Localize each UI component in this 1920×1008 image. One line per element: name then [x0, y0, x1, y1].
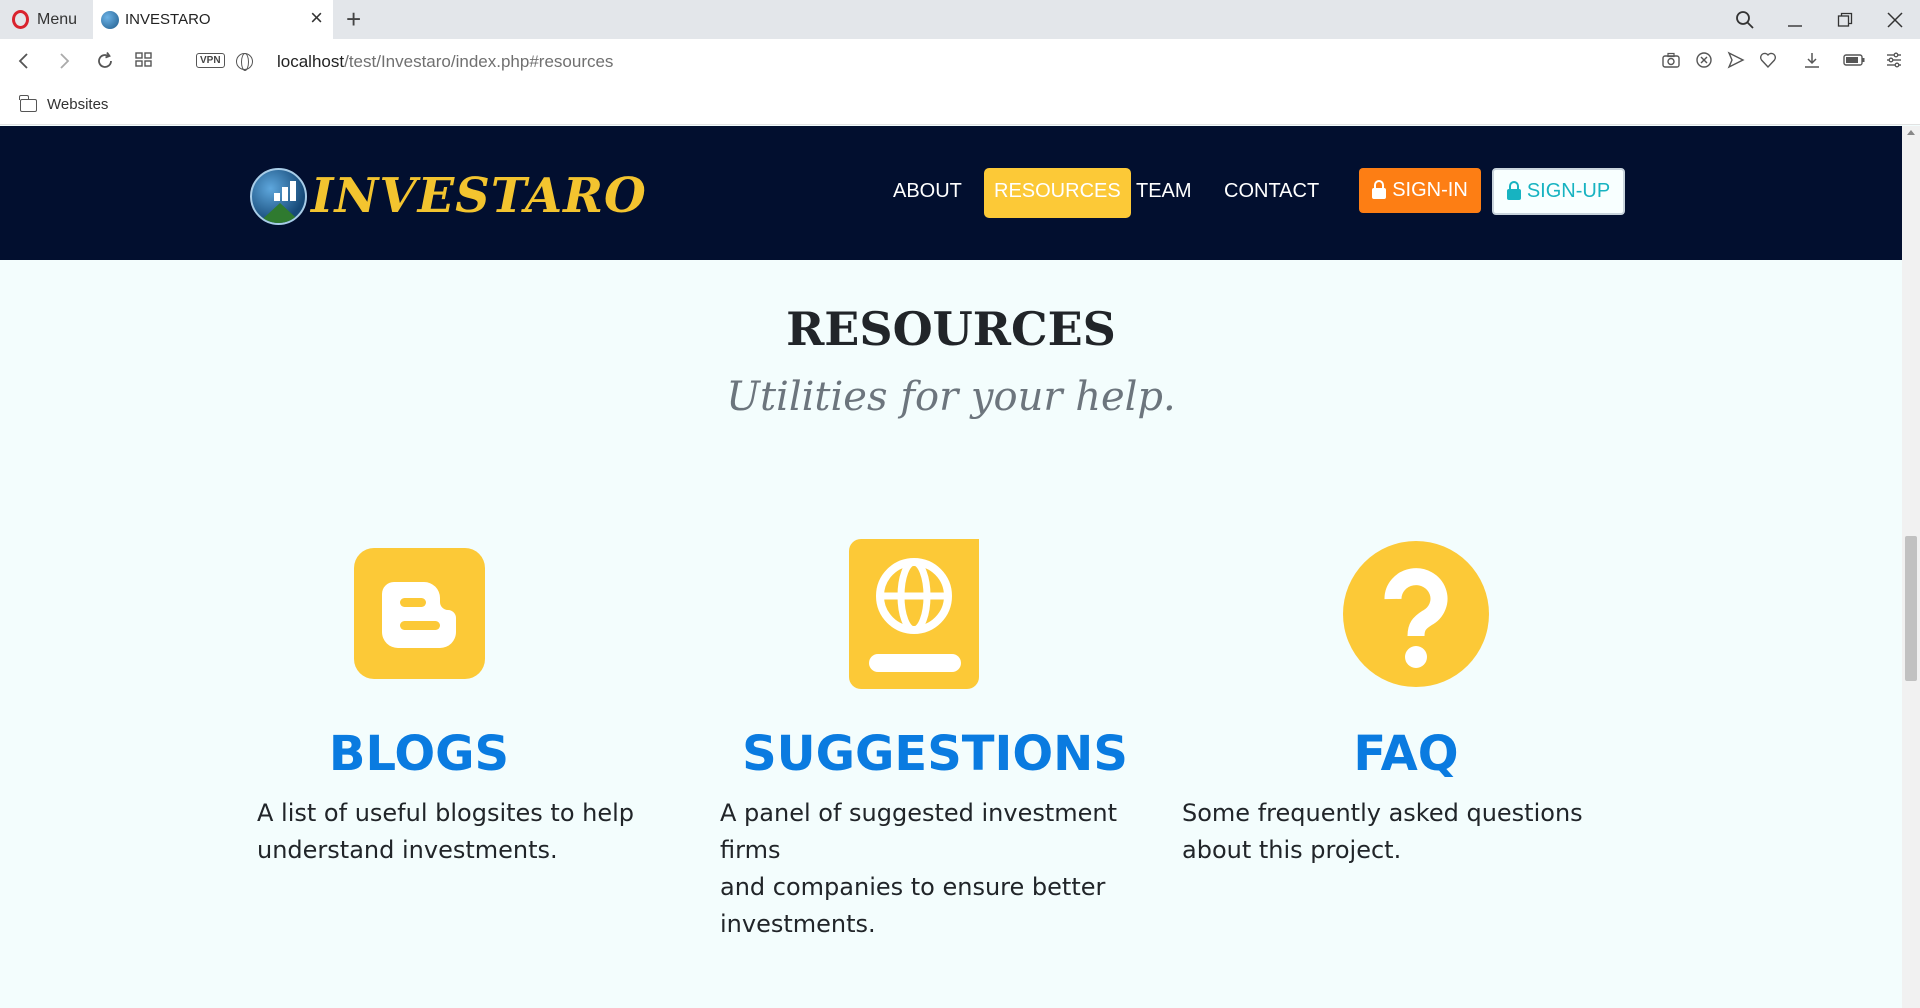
tab-close-icon[interactable]: ×: [310, 7, 323, 29]
battery-icon[interactable]: [1843, 51, 1865, 74]
tab-title: INVESTARO: [125, 11, 211, 28]
easy-setup-icon[interactable]: [1885, 51, 1903, 74]
lock-icon: [1372, 179, 1387, 199]
search-icon[interactable]: [1720, 0, 1770, 39]
browser-tab[interactable]: INVESTARO ×: [93, 0, 333, 39]
browser-menu-button[interactable]: Menu: [0, 0, 92, 39]
faq-description: Some frequently asked questions about th…: [1182, 795, 1622, 869]
page-viewport: INVESTARO ABOUT RESOURCES TEAM CONTACT S…: [0, 126, 1902, 1008]
suggestions-description: A panel of suggested investment firms an…: [720, 795, 1180, 943]
site-logo[interactable]: INVESTARO: [250, 166, 647, 226]
bookmarks-bar: Websites: [0, 86, 1920, 125]
suggestions-desc-line: and companies to ensure better: [720, 873, 1106, 901]
url-field[interactable]: localhost/test/Investaro/index.php#resou…: [277, 52, 613, 72]
adblock-icon[interactable]: [1695, 51, 1713, 74]
logo-emblem-icon: [250, 167, 307, 225]
minimize-icon[interactable]: [1770, 0, 1820, 39]
new-tab-icon[interactable]: +: [346, 5, 361, 33]
nav-contact[interactable]: CONTACT: [1224, 180, 1319, 203]
question-circle-icon: [1343, 541, 1489, 692]
site-info-icon[interactable]: [236, 53, 253, 71]
section-title: RESOURCES: [786, 302, 1116, 356]
download-icon[interactable]: [1803, 51, 1821, 74]
vpn-badge[interactable]: VPN: [196, 53, 225, 68]
globe-book-icon: [849, 539, 981, 694]
sign-up-button[interactable]: SIGN-UP: [1492, 168, 1625, 215]
suggestions-desc-line: A panel of suggested investment firms: [720, 799, 1118, 864]
blogs-description: A list of useful blogsites to help under…: [257, 795, 677, 869]
url-path: /test/Investaro/index.php#resources: [344, 52, 614, 71]
page-scrollbar[interactable]: [1902, 126, 1920, 1008]
suggestions-desc-line: investments.: [720, 910, 876, 938]
speed-dial-icon[interactable]: [135, 51, 153, 74]
scroll-up-arrow-icon[interactable]: [1907, 130, 1915, 135]
section-subtitle: Utilities for your help.: [726, 374, 1176, 420]
logo-text: INVESTARO: [311, 168, 647, 224]
favicon-icon: [101, 10, 119, 29]
lock-icon: [1506, 180, 1521, 200]
forward-icon[interactable]: [56, 51, 72, 76]
sign-up-label: SIGN-UP: [1526, 180, 1611, 202]
bookmark-folder-websites[interactable]: Websites: [47, 96, 108, 113]
blogs-title[interactable]: BLOGS: [229, 726, 609, 782]
blogs-desc-line: A list of useful blogsites to help: [257, 799, 635, 827]
folder-icon: [19, 95, 37, 112]
blogger-icon: [354, 548, 485, 684]
send-icon[interactable]: [1727, 51, 1745, 74]
faq-desc-line: Some frequently asked questions: [1182, 799, 1583, 827]
sign-in-button[interactable]: SIGN-IN: [1359, 168, 1481, 213]
nav-resources[interactable]: RESOURCES: [984, 168, 1131, 218]
blogs-desc-line: understand investments.: [257, 836, 558, 864]
browser-address-bar: VPN localhost/test/Investaro/index.php#r…: [0, 39, 1920, 86]
url-host: localhost: [277, 52, 345, 71]
nav-about[interactable]: ABOUT: [893, 180, 962, 203]
restore-icon[interactable]: [1820, 0, 1870, 39]
reload-icon[interactable]: [95, 51, 115, 76]
faq-title[interactable]: FAQ: [1206, 726, 1606, 782]
close-window-icon[interactable]: [1870, 0, 1920, 39]
back-icon[interactable]: [16, 51, 32, 76]
menu-label: Menu: [37, 10, 78, 28]
browser-tab-bar: Menu INVESTARO × +: [0, 0, 1920, 39]
scrollbar-thumb[interactable]: [1905, 536, 1917, 681]
suggestions-title[interactable]: SUGGESTIONS: [735, 726, 1135, 782]
opera-logo-icon: [12, 10, 29, 29]
nav-team[interactable]: TEAM: [1136, 180, 1192, 203]
sign-in-label: SIGN-IN: [1392, 179, 1468, 201]
heart-icon[interactable]: [1759, 51, 1777, 74]
faq-desc-line: about this project.: [1182, 836, 1402, 864]
camera-icon[interactable]: [1662, 51, 1680, 74]
site-navbar: INVESTARO ABOUT RESOURCES TEAM CONTACT S…: [0, 126, 1902, 260]
